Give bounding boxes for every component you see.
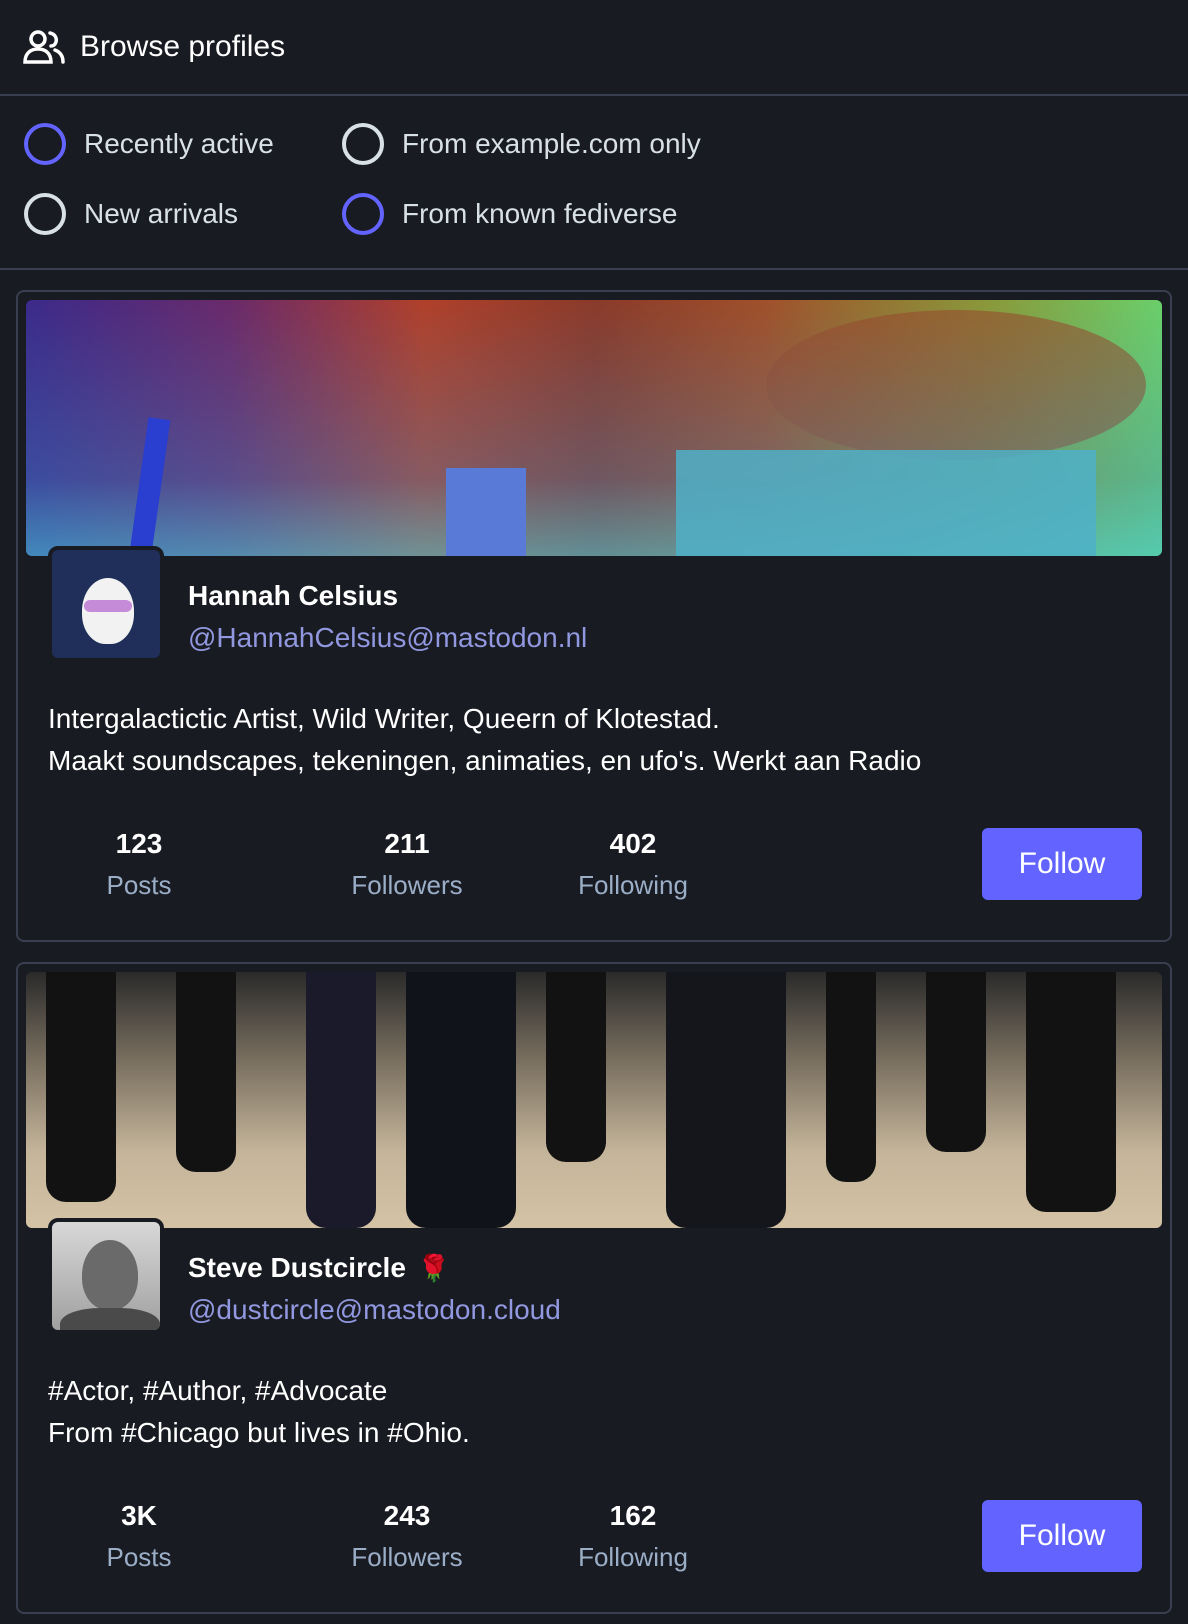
filter-from-local-only[interactable]: From example.com only bbox=[342, 118, 742, 170]
filter-options: Recently active From example.com only Ne… bbox=[0, 96, 1188, 270]
stat-posts: 3K Posts bbox=[74, 1500, 204, 1573]
bio-line: From #Chicago but lives in #Ohio. bbox=[48, 1417, 470, 1448]
account-handle[interactable]: @dustcircle@mastodon.cloud bbox=[188, 1294, 561, 1326]
radio-label: From example.com only bbox=[402, 128, 701, 159]
stat-value: 123 bbox=[115, 827, 163, 859]
stat-label: Following bbox=[578, 869, 688, 900]
profile-identity: Steve Dustcircle 🌹 @dustcircle@mastodon.… bbox=[26, 1218, 1162, 1358]
stat-value: 211 bbox=[384, 827, 430, 859]
stat-label: Posts bbox=[106, 869, 172, 900]
stat-label: Posts bbox=[106, 1541, 172, 1572]
profile-stats: 3K Posts 243 Followers 162 Following Fol… bbox=[26, 1490, 1162, 1582]
rose-emoji: 🌹 bbox=[417, 1252, 451, 1283]
bio-line: #Actor, #Author, #Advocate bbox=[48, 1375, 388, 1406]
display-name-text: Steve Dustcircle bbox=[188, 1252, 406, 1283]
stat-following: 402 Following bbox=[520, 828, 746, 901]
stat-followers: 243 Followers bbox=[294, 1500, 520, 1573]
bio-line: Intergalactictic Artist, Wild Writer, Qu… bbox=[48, 703, 720, 734]
stat-value: 162 bbox=[609, 1499, 657, 1531]
radio-label: New arrivals bbox=[84, 198, 239, 229]
account-handle[interactable]: @HannahCelsius@mastodon.nl bbox=[188, 622, 587, 654]
profile-bio: #Actor, #Author, #Advocate From #Chicago… bbox=[26, 1358, 1162, 1490]
stat-value: 243 bbox=[383, 1499, 431, 1531]
profile-header-image bbox=[26, 300, 1162, 556]
people-icon bbox=[22, 27, 68, 67]
stat-value: 3K bbox=[121, 1499, 157, 1531]
profile-card[interactable]: Hannah Celsius @HannahCelsius@mastodon.n… bbox=[16, 290, 1172, 942]
bio-line: Maakt soundscapes, tekeningen, animaties… bbox=[48, 745, 922, 776]
stat-label: Followers bbox=[351, 1541, 463, 1572]
stat-followers: 211 Followers bbox=[294, 828, 520, 901]
display-name-text: Hannah Celsius bbox=[188, 580, 399, 611]
radio-button[interactable] bbox=[24, 193, 66, 235]
stat-value: 402 bbox=[609, 827, 657, 859]
radio-label: From known fediverse bbox=[402, 198, 678, 229]
avatar[interactable] bbox=[48, 1218, 164, 1334]
follow-button[interactable]: Follow bbox=[982, 828, 1142, 900]
display-name[interactable]: Hannah Celsius bbox=[188, 580, 587, 612]
avatar[interactable] bbox=[48, 546, 164, 662]
radio-label: Recently active bbox=[84, 128, 274, 159]
profile-header-image bbox=[26, 972, 1162, 1228]
profile-bio: Intergalactictic Artist, Wild Writer, Qu… bbox=[26, 686, 1162, 818]
profile-list: Hannah Celsius @HannahCelsius@mastodon.n… bbox=[0, 270, 1188, 1614]
profile-card[interactable]: Steve Dustcircle 🌹 @dustcircle@mastodon.… bbox=[16, 962, 1172, 1614]
stat-label: Following bbox=[578, 1541, 688, 1572]
radio-button[interactable] bbox=[342, 193, 384, 235]
profile-stats: 123 Posts 211 Followers 402 Following Fo… bbox=[26, 818, 1162, 910]
display-name[interactable]: Steve Dustcircle 🌹 bbox=[188, 1252, 561, 1284]
radio-button[interactable] bbox=[24, 123, 66, 165]
profile-identity: Hannah Celsius @HannahCelsius@mastodon.n… bbox=[26, 546, 1162, 686]
page-title: Browse profiles bbox=[80, 30, 286, 63]
page-header: Browse profiles bbox=[0, 0, 1188, 96]
filter-new-arrivals[interactable]: New arrivals bbox=[24, 188, 342, 240]
stat-posts: 123 Posts bbox=[74, 828, 204, 901]
stat-label: Followers bbox=[351, 869, 463, 900]
stat-following: 162 Following bbox=[520, 1500, 746, 1573]
filter-recently-active[interactable]: Recently active bbox=[24, 118, 342, 170]
filter-known-fediverse[interactable]: From known fediverse bbox=[342, 188, 742, 240]
follow-button[interactable]: Follow bbox=[982, 1500, 1142, 1572]
radio-button[interactable] bbox=[342, 123, 384, 165]
